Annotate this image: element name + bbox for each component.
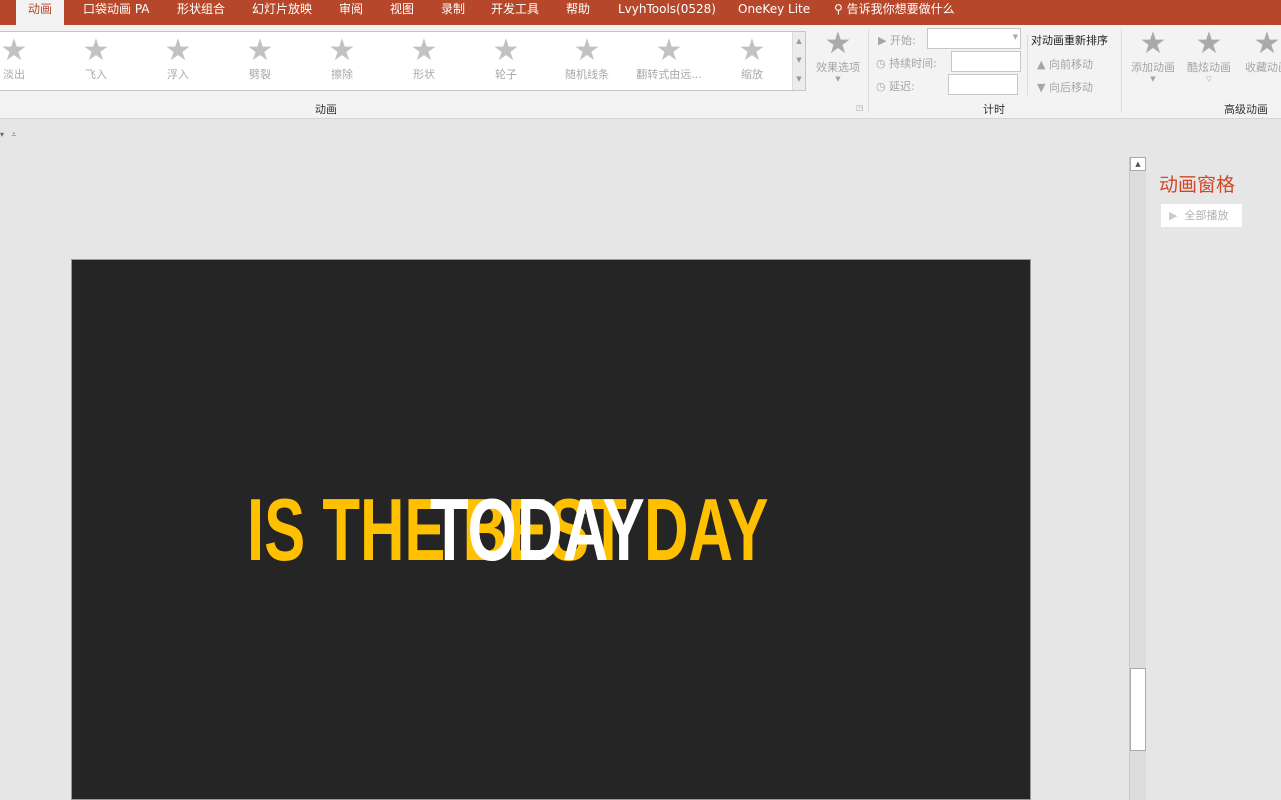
- gallery-label: 缩放: [741, 68, 763, 81]
- gallery-label: 擦除: [331, 68, 353, 81]
- qat-dropdown-icon[interactable]: ▾ ⩡: [0, 130, 16, 140]
- tab-partial[interactable]: [0, 0, 4, 25]
- add-star-icon: ★: [1139, 26, 1167, 61]
- clock-icon: ◷: [876, 57, 886, 70]
- star-icon: ★: [164, 33, 192, 68]
- gallery-item-float-in[interactable]: ★ 浮入: [143, 36, 213, 82]
- group-label-animation: 动画: [315, 103, 337, 116]
- gallery-item-fly-in[interactable]: ★ 飞入: [61, 36, 131, 82]
- delay-input[interactable]: [948, 74, 1018, 95]
- reorder-label: 对动画重新排序: [1031, 34, 1108, 47]
- play-all-label: 全部播放: [1184, 209, 1229, 222]
- gallery-item-shape[interactable]: ★ 形状: [389, 36, 459, 82]
- scroll-up-button[interactable]: ▲: [1130, 157, 1146, 171]
- gallery-item-zoom[interactable]: ★ 缩放: [717, 36, 787, 82]
- animation-gallery: ★ 淡出 ★ 飞入 ★ 浮入 ★ 劈裂 ★ 擦除 ★ 形状 ★ 轮子 ★ 随机线条 ★ 翻转式由远…: [0, 31, 806, 91]
- effect-options-label: 效果选项: [816, 61, 860, 74]
- gallery-label: 翻转式由远...: [636, 68, 702, 81]
- duration-label: ◷ 持续时间:: [876, 57, 937, 70]
- gallery-label: 轮子: [495, 68, 517, 81]
- start-select[interactable]: ▼: [927, 28, 1021, 49]
- star-icon: ★: [573, 33, 601, 68]
- start-label: ▶ 开始:: [878, 34, 916, 47]
- slide-text-today[interactable]: TODAY: [430, 480, 645, 580]
- animation-pane-title: 动画窗格: [1159, 174, 1236, 196]
- star-icon: ★: [246, 33, 274, 68]
- gallery-label: 形状: [413, 68, 435, 81]
- tab-help[interactable]: 帮助: [566, 0, 590, 25]
- gallery-item-wipe[interactable]: ★ 擦除: [307, 36, 377, 82]
- add-animation-label: 添加动画: [1131, 61, 1175, 74]
- slide-canvas[interactable]: IS THE BEST DAY TODAY: [71, 259, 1031, 800]
- add-animation-button[interactable]: ★ 添加动画 ▼: [1127, 26, 1179, 84]
- play-icon: ▶: [1169, 209, 1178, 222]
- chevron-down-icon: ▼: [835, 75, 841, 83]
- dialog-launcher-icon[interactable]: ◳: [856, 103, 864, 112]
- tab-developer[interactable]: 开发工具: [491, 0, 539, 25]
- move-earlier-button[interactable]: ▲ 向前移动: [1037, 56, 1093, 72]
- favorite-animation-label: 收藏动画: [1245, 61, 1281, 74]
- gallery-more[interactable]: ▼: [792, 70, 805, 90]
- effect-options-button[interactable]: ★ 效果选项 ▼: [812, 26, 864, 84]
- chevron-down-icon: ▽: [1206, 75, 1212, 83]
- gallery-item-wheel[interactable]: ★ 轮子: [471, 36, 541, 82]
- chevron-down-icon: ▼: [1012, 33, 1018, 41]
- vertical-scrollbar[interactable]: ▲: [1129, 157, 1146, 800]
- tab-review[interactable]: 审阅: [339, 0, 363, 25]
- tab-slideshow[interactable]: 幻灯片放映: [252, 0, 312, 25]
- cool-animation-button[interactable]: ★ 酷炫动画 ▽: [1183, 26, 1235, 84]
- gallery-label: 劈裂: [249, 68, 271, 81]
- gallery-label: 飞入: [85, 68, 107, 81]
- duration-input[interactable]: [951, 51, 1021, 72]
- cool-animation-label: 酷炫动画: [1187, 61, 1231, 74]
- tell-me-text: 告诉我你想要做什么: [846, 2, 955, 16]
- divider: [1027, 35, 1028, 95]
- delay-label: ◷ 延迟:: [876, 80, 915, 93]
- divider: [868, 29, 869, 113]
- tab-animations[interactable]: 动画: [16, 0, 65, 25]
- group-label-timing: 计时: [983, 103, 1005, 116]
- star-icon: ★: [328, 33, 356, 68]
- tab-record[interactable]: 录制: [441, 0, 465, 25]
- favorite-animation-button[interactable]: ★收藏动画: [1241, 29, 1281, 75]
- delay-clock-icon: ◷: [876, 80, 886, 93]
- divider: [1121, 29, 1122, 113]
- star-icon: ★: [824, 26, 852, 61]
- gallery-label: 浮入: [167, 68, 189, 81]
- tab-shape-combine[interactable]: 形状组合: [177, 0, 225, 25]
- play-all-button[interactable]: ▶ 全部播放: [1161, 204, 1242, 227]
- gallery-label: 随机线条: [565, 68, 609, 81]
- cloud-star-icon: ★: [1253, 26, 1281, 61]
- star-icon: ★: [492, 33, 520, 68]
- gallery-item-grow-turn[interactable]: ★ 翻转式由远...: [629, 36, 709, 82]
- gallery-item-random-bars[interactable]: ★ 随机线条: [552, 36, 622, 82]
- tab-pocket-animation[interactable]: 口袋动画 PA: [83, 0, 150, 25]
- star-icon: ★: [655, 33, 683, 68]
- gallery-item-fade[interactable]: ★ 淡出: [0, 36, 49, 82]
- tab-view[interactable]: 视图: [390, 0, 414, 25]
- tab-onekey[interactable]: OneKey Lite: [738, 0, 810, 25]
- gallery-scroll-down[interactable]: ▼: [792, 51, 805, 70]
- gallery-item-split[interactable]: ★ 劈裂: [225, 36, 295, 82]
- gallery-label: 淡出: [3, 68, 25, 81]
- tab-lvyhtools[interactable]: LvyhTools(0528): [618, 0, 716, 25]
- star-icon: ★: [738, 33, 766, 68]
- star-icon: ★: [82, 33, 110, 68]
- star-icon: ★: [410, 33, 438, 68]
- star-icon: ★: [0, 33, 28, 68]
- search-icon: ⚲: [834, 2, 843, 16]
- move-later-button[interactable]: ▼ 向后移动: [1037, 79, 1093, 95]
- cool-star-icon: ★: [1195, 26, 1223, 61]
- group-label-advanced: 高级动画: [1224, 103, 1268, 116]
- chevron-down-icon: ▼: [1150, 75, 1156, 83]
- scroll-thumb[interactable]: [1130, 668, 1146, 751]
- tell-me-search[interactable]: ⚲ 告诉我你想要做什么: [834, 0, 955, 25]
- ribbon: ★ 淡出 ★ 飞入 ★ 浮入 ★ 劈裂 ★ 擦除 ★ 形状 ★ 轮子 ★ 随机线条 ★ 翻转式由远…: [0, 25, 1281, 119]
- ribbon-tabs: 动画 口袋动画 PA 形状组合 幻灯片放映 审阅 视图 录制 开发工具 帮助 L…: [0, 0, 1281, 25]
- gallery-scroll-up[interactable]: ▲: [792, 32, 805, 51]
